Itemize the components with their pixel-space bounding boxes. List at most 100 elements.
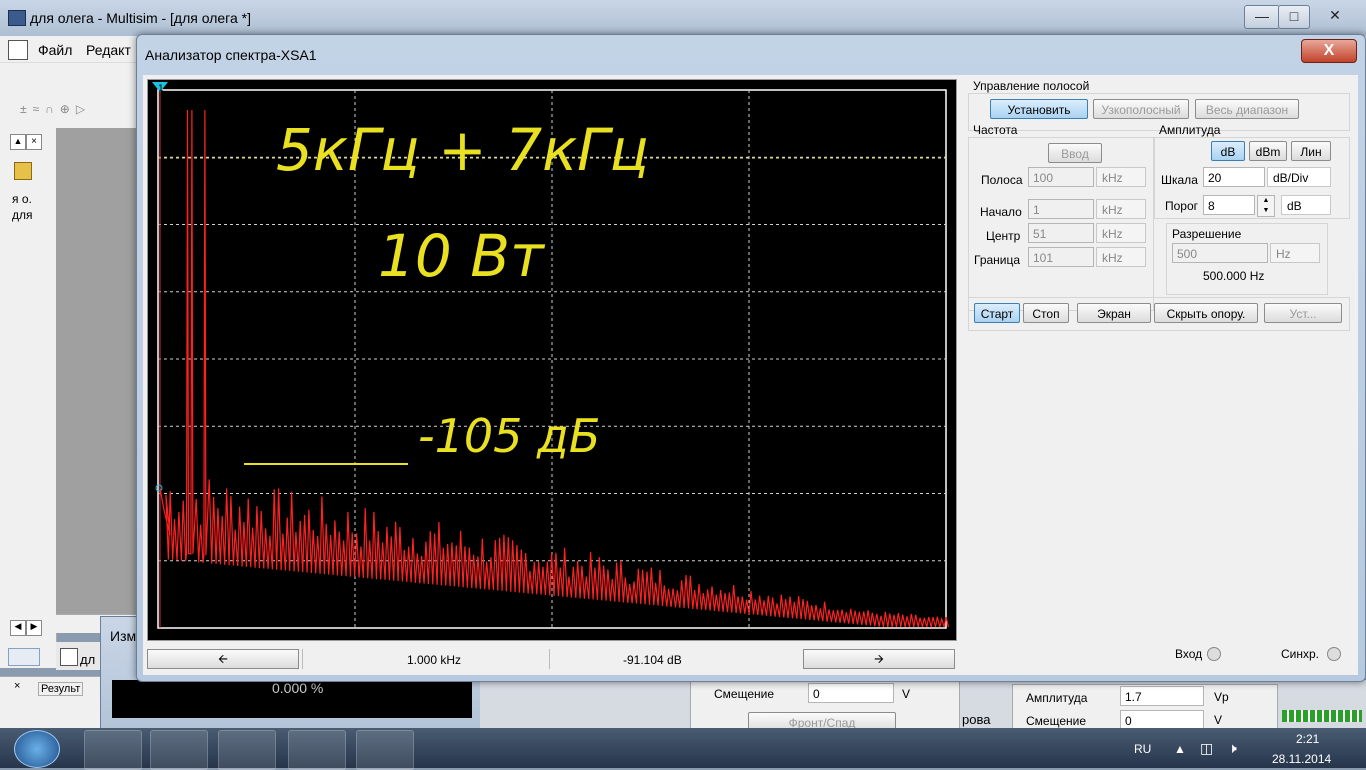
main-window-title: для олега - Multisim - [для олега *]: [30, 10, 251, 26]
scroll-right-icon[interactable]: ▶: [26, 620, 42, 636]
resolution-unit[interactable]: Hz: [1270, 243, 1320, 263]
spectrum-trace: [159, 109, 950, 628]
amplitude-field[interactable]: 1.7: [1120, 686, 1204, 706]
amplitude-label: Амплитуда: [1026, 691, 1088, 705]
handwritten-annotation: 5кГц + 7кГц: [276, 116, 649, 184]
stop-button[interactable]: Стоп: [1023, 303, 1069, 323]
dialog-close-button[interactable]: X: [1301, 39, 1357, 63]
multisim-icon[interactable]: [356, 730, 414, 770]
cursor-marker-label: 1: [158, 84, 164, 94]
document-tab[interactable]: дл: [80, 652, 95, 667]
offset2-field[interactable]: 0: [1120, 710, 1204, 730]
amplitude-unit: Vp: [1214, 690, 1229, 704]
maximize-button[interactable]: □: [1278, 5, 1310, 29]
offset2-unit: V: [1214, 713, 1223, 727]
cursor-left-button[interactable]: 🡨: [147, 649, 299, 669]
left-panel-item[interactable]: я о.: [12, 192, 32, 206]
dialog-title: Анализатор спектра-XSA1: [145, 47, 317, 63]
end-label: Граница: [974, 253, 1021, 267]
full-span-button[interactable]: Весь диапазон: [1195, 99, 1299, 119]
offset-unit: V: [902, 687, 911, 701]
offset-field[interactable]: 0: [808, 683, 894, 703]
db-button[interactable]: dB: [1211, 141, 1245, 161]
offset-label: Смещение: [714, 687, 775, 701]
sync-label: Синхр.: [1281, 647, 1320, 661]
cursor-level: -91.104 dB: [623, 653, 682, 667]
end-field[interactable]: 101: [1028, 247, 1094, 267]
panel-pin-icon[interactable]: ▲: [10, 134, 26, 150]
nav-arrows[interactable]: [8, 648, 40, 666]
hide-reference-button[interactable]: Скрыть опору.: [1154, 303, 1258, 323]
menu-file[interactable]: Файл: [38, 42, 72, 58]
end-unit[interactable]: kHz: [1096, 247, 1146, 267]
cursor-point: [155, 484, 163, 492]
center-field[interactable]: 51: [1028, 223, 1094, 243]
center-label: Центр: [986, 229, 1021, 243]
paint-icon[interactable]: [288, 730, 346, 770]
span-field[interactable]: 100: [1028, 167, 1094, 187]
background-window-title: Изм: [110, 628, 137, 644]
scroll-left-icon[interactable]: ◀: [10, 620, 26, 636]
network-icon[interactable]: ◫: [1200, 740, 1213, 757]
input-label: Вход: [1175, 647, 1203, 661]
chrome-icon[interactable]: [150, 730, 208, 770]
dbm-button[interactable]: dBm: [1249, 141, 1287, 161]
enter-button[interactable]: Ввод: [1048, 143, 1102, 163]
input-terminal-icon[interactable]: [1207, 647, 1221, 661]
threshold-spinner[interactable]: ▲ ▼: [1257, 195, 1275, 217]
span-unit[interactable]: kHz: [1096, 167, 1146, 187]
generator-cut-label: рова: [962, 712, 991, 727]
volume-icon[interactable]: 🕨: [1228, 740, 1237, 757]
start-field[interactable]: 1: [1028, 199, 1094, 219]
threshold-field[interactable]: 8: [1203, 195, 1255, 215]
handwritten-annotation: -105 дБ: [418, 409, 600, 463]
explorer-icon[interactable]: [218, 730, 276, 770]
start-icon[interactable]: [14, 730, 60, 768]
cursor-right-button[interactable]: 🡪: [803, 649, 955, 669]
tray-arrow-icon[interactable]: ▲: [1174, 742, 1186, 756]
start-unit[interactable]: kHz: [1096, 199, 1146, 219]
multisim-app-icon: [8, 10, 26, 26]
project-icon: [14, 162, 32, 180]
panel-close-icon[interactable]: ×: [26, 134, 42, 150]
left-panel-item[interactable]: для: [12, 208, 33, 222]
cursor-bar: 🡨 1.000 kHz -91.104 dB 🡪: [147, 647, 955, 669]
main-close-button[interactable]: ✕: [1310, 5, 1360, 27]
language-indicator[interactable]: RU: [1134, 742, 1151, 756]
screen-button[interactable]: Экран: [1077, 303, 1151, 323]
clock-time[interactable]: 2:21: [1296, 732, 1319, 746]
document-tab-icon: [60, 648, 78, 666]
resolution-readout: 500.000 Hz: [1203, 269, 1265, 283]
scale-label: Шкала: [1161, 173, 1198, 187]
cursor-frequency: 1.000 kHz: [407, 653, 462, 667]
center-unit[interactable]: kHz: [1096, 223, 1146, 243]
set-band-button[interactable]: Установить: [990, 99, 1088, 119]
spectrum-display[interactable]: 5кГц + 7кГц 10 Вт -105 дБ 1: [147, 79, 957, 641]
start-button[interactable]: Старт: [974, 303, 1020, 323]
results-close-icon[interactable]: ×: [14, 680, 20, 692]
results-tab[interactable]: Результ: [38, 682, 84, 696]
sync-terminal-icon[interactable]: [1327, 647, 1341, 661]
toolbar-component-icons[interactable]: ±≈∩⊕▷: [20, 102, 91, 116]
settings-button[interactable]: Уст...: [1264, 303, 1342, 323]
scale-unit[interactable]: dB/Div: [1267, 167, 1331, 187]
dialog-client: 5кГц + 7кГц 10 Вт -105 дБ 1 🡨 1.000 kHz -91…: [143, 75, 1358, 675]
resolution-field[interactable]: 500: [1172, 243, 1268, 263]
span-label: Полоса: [981, 173, 1023, 187]
handwritten-annotation: 10 Вт: [378, 222, 546, 290]
frequency-label: Частота: [973, 123, 1018, 137]
linear-button[interactable]: Лин: [1291, 141, 1331, 161]
document-icon: [8, 40, 28, 60]
calculator-icon[interactable]: [84, 730, 142, 770]
threshold-unit[interactable]: dB: [1281, 195, 1331, 215]
narrowband-button[interactable]: Узкополосный: [1093, 99, 1189, 119]
minimize-button[interactable]: —: [1244, 5, 1280, 29]
threshold-label: Порог: [1165, 199, 1199, 213]
spectrum-plot: 5кГц + 7кГц 10 Вт -105 дБ 1: [152, 82, 950, 629]
divider: [549, 649, 550, 669]
amplitude-group-label: Амплитуда: [1159, 123, 1221, 137]
band-control-label: Управление полосой: [973, 79, 1090, 93]
menu-edit[interactable]: Редакт: [86, 42, 131, 58]
scale-field[interactable]: 20: [1203, 167, 1265, 187]
clock-date[interactable]: 28.11.2014: [1272, 752, 1331, 766]
